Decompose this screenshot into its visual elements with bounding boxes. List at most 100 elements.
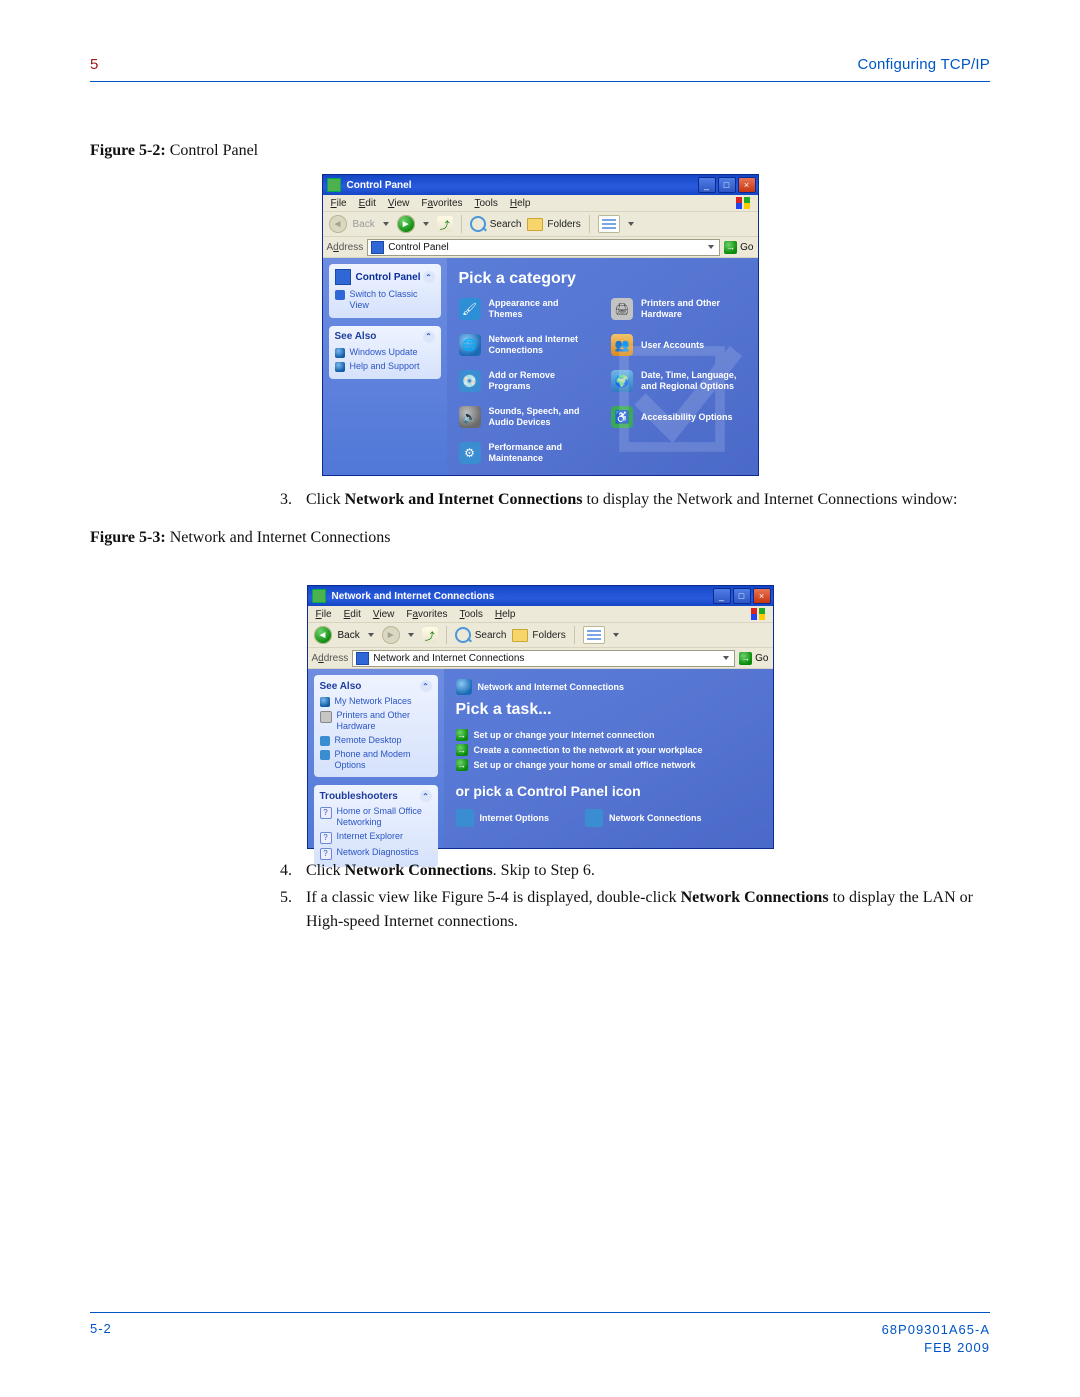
collapse-icon[interactable]: ⌃ bbox=[423, 331, 435, 343]
menu-file[interactable]: File bbox=[331, 198, 347, 209]
back-button[interactable]: ◄ bbox=[314, 626, 332, 644]
titlebar[interactable]: Network and Internet Connections _ □ × bbox=[308, 586, 773, 606]
maximize-button[interactable]: □ bbox=[733, 588, 751, 604]
window-icon bbox=[312, 589, 326, 603]
help-support-link[interactable]: Help and Support bbox=[335, 361, 435, 372]
pick-task-heading: Pick a task... bbox=[456, 701, 761, 719]
menu-tools[interactable]: Tools bbox=[475, 198, 498, 209]
task-setup-internet[interactable]: →Set up or change your Internet connecti… bbox=[456, 729, 761, 741]
close-button[interactable]: × bbox=[738, 177, 756, 193]
document-id: 68P09301A65-A bbox=[882, 1322, 990, 1337]
separator bbox=[574, 626, 575, 644]
category-sounds[interactable]: 🔈Sounds, Speech, and Audio Devices bbox=[459, 406, 594, 428]
up-button[interactable]: ⤴ bbox=[422, 627, 438, 643]
address-label: Address bbox=[327, 242, 364, 253]
search-button[interactable]: Search bbox=[470, 216, 522, 232]
menu-edit[interactable]: Edit bbox=[344, 609, 361, 620]
category-printers[interactable]: 🖨Printers and Other Hardware bbox=[611, 298, 746, 320]
address-input[interactable]: Control Panel bbox=[367, 239, 720, 256]
internet-options-icon-link[interactable]: Internet Options bbox=[456, 809, 550, 827]
views-button[interactable] bbox=[583, 626, 605, 644]
category-network[interactable]: 🌐Network and Internet Connections bbox=[459, 334, 594, 356]
menu-favorites[interactable]: Favorites bbox=[421, 198, 462, 209]
phone-icon bbox=[320, 750, 330, 760]
internet-explorer-link[interactable]: Internet Explorer bbox=[320, 831, 432, 844]
search-button[interactable]: Search bbox=[455, 627, 507, 643]
go-button[interactable]: →Go bbox=[724, 241, 753, 254]
forward-dropdown-icon[interactable] bbox=[423, 222, 429, 226]
minimize-button[interactable]: _ bbox=[713, 588, 731, 604]
task-create-workplace-connection[interactable]: →Create a connection to the network at y… bbox=[456, 744, 761, 756]
address-input[interactable]: Network and Internet Connections bbox=[352, 650, 735, 667]
control-panel-icon bbox=[371, 241, 384, 254]
network-diagnostics-link[interactable]: Network Diagnostics bbox=[320, 847, 432, 860]
windows-update-link[interactable]: Windows Update bbox=[335, 347, 435, 358]
toolbar: ◄ Back ► ⤴ Search Folders bbox=[323, 212, 758, 237]
address-dropdown-icon[interactable] bbox=[723, 656, 729, 660]
titlebar[interactable]: Control Panel _ □ × bbox=[323, 175, 758, 195]
my-network-places-link[interactable]: My Network Places bbox=[320, 696, 432, 707]
folders-button[interactable]: Folders bbox=[527, 218, 580, 231]
minimize-button[interactable]: _ bbox=[698, 177, 716, 193]
menu-tools[interactable]: Tools bbox=[460, 609, 483, 620]
forward-button[interactable]: ► bbox=[382, 626, 400, 644]
remote-desktop-link[interactable]: Remote Desktop bbox=[320, 735, 432, 746]
task-setup-home-network[interactable]: →Set up or change your home or small off… bbox=[456, 759, 761, 771]
menu-edit[interactable]: Edit bbox=[359, 198, 376, 209]
toolbar: ◄ Back ► ⤴ Search Folders bbox=[308, 623, 773, 648]
close-button[interactable]: × bbox=[753, 588, 771, 604]
menu-help[interactable]: Help bbox=[510, 198, 531, 209]
menu-view[interactable]: View bbox=[373, 609, 395, 620]
chapter-number: 5 bbox=[90, 56, 98, 73]
menu-help[interactable]: Help bbox=[495, 609, 516, 620]
help-icon bbox=[320, 848, 332, 860]
back-button[interactable]: ◄ bbox=[329, 215, 347, 233]
separator bbox=[446, 626, 447, 644]
up-button[interactable]: ⤴ bbox=[437, 216, 453, 232]
address-value: Control Panel bbox=[388, 242, 449, 253]
home-office-networking-link[interactable]: Home or Small Office Networking bbox=[320, 806, 432, 828]
address-value: Network and Internet Connections bbox=[373, 653, 524, 664]
watermark-icon bbox=[608, 335, 768, 495]
folders-button[interactable]: Folders bbox=[512, 629, 565, 642]
back-dropdown-icon[interactable] bbox=[368, 633, 374, 637]
views-button[interactable] bbox=[598, 215, 620, 233]
step-4: 4. Click Network Connections. Skip to St… bbox=[270, 859, 990, 882]
figure-5-3-caption: Figure 5-3: Network and Internet Connect… bbox=[90, 529, 990, 547]
arrow-icon: → bbox=[456, 729, 468, 741]
menu-favorites[interactable]: Favorites bbox=[406, 609, 447, 620]
back-dropdown-icon[interactable] bbox=[383, 222, 389, 226]
network-icon: 🌐 bbox=[459, 334, 481, 356]
views-dropdown-icon[interactable] bbox=[613, 633, 619, 637]
sidebar-see-also-box: See Also⌃ My Network Places Printers and… bbox=[314, 675, 438, 777]
folder-icon bbox=[527, 218, 543, 231]
switch-classic-view-link[interactable]: Switch to Classic View bbox=[335, 289, 435, 311]
forward-dropdown-icon[interactable] bbox=[408, 633, 414, 637]
document-date: FEB 2009 bbox=[924, 1340, 990, 1355]
go-button[interactable]: →Go bbox=[739, 652, 768, 665]
folder-icon bbox=[512, 629, 528, 642]
collapse-icon[interactable]: ⌃ bbox=[420, 680, 432, 692]
internet-options-icon bbox=[456, 809, 474, 827]
forward-button[interactable]: ► bbox=[397, 215, 415, 233]
category-performance[interactable]: ⚙Performance and Maintenance bbox=[459, 442, 594, 464]
separator bbox=[589, 215, 590, 233]
views-dropdown-icon[interactable] bbox=[628, 222, 634, 226]
header-rule bbox=[90, 81, 990, 82]
maximize-button[interactable]: □ bbox=[718, 177, 736, 193]
menu-file[interactable]: File bbox=[316, 609, 332, 620]
menu-view[interactable]: View bbox=[388, 198, 410, 209]
control-panel-window: Control Panel _ □ × File Edit View Favor… bbox=[322, 174, 759, 476]
printers-hardware-link[interactable]: Printers and Other Hardware bbox=[320, 710, 432, 732]
network-connections-icon-link[interactable]: Network Connections bbox=[585, 809, 702, 827]
collapse-icon[interactable]: ⌃ bbox=[423, 271, 435, 283]
folder-icon bbox=[356, 652, 369, 665]
menu-bar: File Edit View Favorites Tools Help bbox=[308, 606, 773, 623]
category-appearance[interactable]: 🖌Appearance and Themes bbox=[459, 298, 594, 320]
collapse-icon[interactable]: ⌃ bbox=[420, 790, 432, 802]
phone-modem-link[interactable]: Phone and Modem Options bbox=[320, 749, 432, 771]
globe-icon bbox=[320, 697, 330, 707]
remote-desktop-icon bbox=[320, 736, 330, 746]
address-dropdown-icon[interactable] bbox=[708, 245, 714, 249]
category-add-remove[interactable]: 💿Add or Remove Programs bbox=[459, 370, 594, 392]
